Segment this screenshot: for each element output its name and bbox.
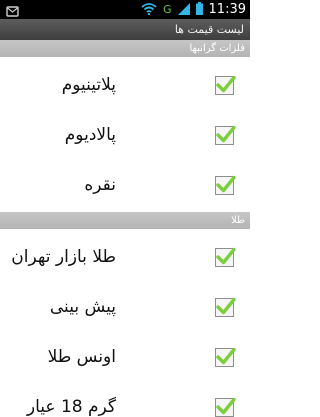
section-header-gold: طلا — [0, 212, 250, 229]
checkbox-18k-gram[interactable] — [215, 397, 236, 417]
status-bar: G 11:39 — [0, 0, 250, 19]
checkmark-icon — [216, 75, 236, 93]
section-title: فلزات گرانبها — [189, 43, 246, 54]
action-bar: لیست قیمت ها — [0, 19, 250, 41]
screen: G 11:39 لیست قیمت ها فلزات گرانبها پلاتی… — [0, 0, 250, 417]
section-header-precious-metals: فلزات گرانبها — [0, 40, 250, 57]
checkmark-icon — [216, 175, 236, 193]
list-item-label: طلا بازار تهران — [11, 247, 116, 267]
list-item-label: نقره — [84, 175, 116, 195]
checkbox-silver[interactable] — [215, 175, 236, 195]
checkbox-platinum[interactable] — [215, 75, 236, 95]
list-item-label: پیش بینی — [49, 297, 116, 317]
checkmark-icon — [216, 247, 236, 265]
list-item-label: پالادیوم — [64, 125, 116, 145]
list-item-label: اونس طلا — [47, 347, 116, 367]
checkbox-forecast[interactable] — [215, 297, 236, 317]
list-item-label: گرم 18 عیار — [26, 397, 116, 417]
checkbox-tehran-gold[interactable] — [215, 247, 236, 267]
checkbox-palladium[interactable] — [215, 125, 236, 145]
network-type: G — [163, 3, 172, 16]
list-item-18k-gram[interactable]: گرم 18 عیار — [0, 379, 250, 417]
status-icons: G 11:39 — [141, 0, 246, 19]
checkmark-icon — [216, 397, 236, 415]
checkmark-icon — [216, 297, 236, 315]
wifi-icon — [141, 0, 157, 19]
checkmark-icon — [216, 125, 236, 143]
list-item-label: پلاتینیوم — [61, 75, 116, 95]
checkbox-gold-ounce[interactable] — [215, 347, 236, 367]
list-item-silver[interactable]: نقره — [0, 157, 250, 215]
signal-icon — [177, 0, 190, 19]
battery-icon — [195, 0, 203, 19]
checkmark-icon — [216, 347, 236, 365]
app-title: لیست قیمت ها — [174, 23, 244, 36]
clock: 11:39 — [208, 2, 246, 17]
section-title: طلا — [231, 215, 245, 226]
